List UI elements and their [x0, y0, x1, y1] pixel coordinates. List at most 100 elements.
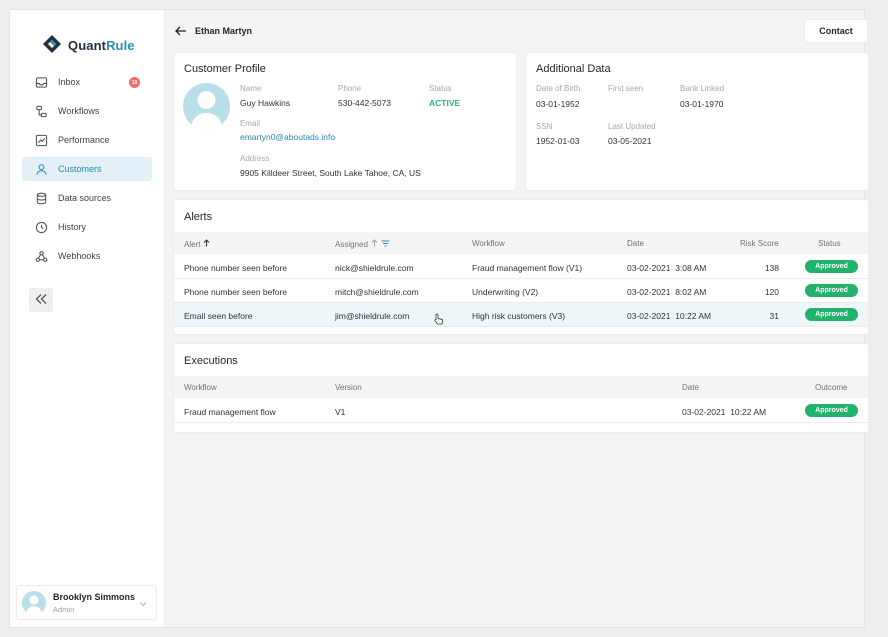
risk-score-cell: 120 — [764, 287, 779, 297]
status-badge: Approved — [805, 308, 858, 321]
double-chevron-left-icon — [34, 293, 48, 307]
user-name: Brooklyn Simmons — [53, 591, 136, 602]
date-cell: 03-02-2021 3:08 AM — [627, 263, 707, 273]
card-title: Customer Profile — [184, 63, 266, 75]
inbox-count-badge: 18 — [129, 77, 140, 88]
column-workflow[interactable]: Workflow — [184, 383, 217, 392]
ssn-label: SSN — [536, 122, 553, 131]
logo-icon — [42, 34, 62, 56]
sidebar-item-inbox[interactable]: Inbox 18 — [22, 70, 152, 94]
name-label: Name — [240, 84, 262, 93]
status-label: Status — [429, 84, 452, 93]
sidebar-item-workflows[interactable]: Workflows — [22, 99, 152, 123]
workflow-icon — [34, 104, 48, 118]
chart-icon — [34, 133, 48, 147]
status-badge: Approved — [805, 284, 858, 297]
date-cell: 03-02-2021 8:02 AM — [627, 287, 707, 297]
workflow-cell: High risk customers (V3) — [472, 311, 566, 321]
email-label: Email — [240, 119, 261, 128]
ssn-value: 1952-01-03 — [536, 136, 580, 146]
pointer-cursor-icon — [434, 313, 444, 327]
date-cell: 03-02-2021 10:22 AM — [627, 311, 712, 321]
assigned-cell: mitch@shieldrule.com — [335, 287, 419, 297]
last-updated-value: 03-05-2021 — [608, 136, 652, 146]
sidebar-item-webhooks[interactable]: Webhooks — [22, 244, 152, 268]
status-badge: Approved — [805, 260, 858, 273]
risk-score-cell: 138 — [764, 263, 779, 273]
page-header: Ethan Martyn — [175, 26, 252, 36]
customer-profile-card: Customer Profile Name Guy Hawkins Phone … — [174, 53, 516, 190]
dob-label: Date of Birth — [536, 84, 581, 93]
customer-avatar — [183, 83, 230, 130]
column-version[interactable]: Version — [335, 383, 362, 392]
date-cell: 03-02-2021 10:22 AM — [682, 407, 767, 417]
column-date[interactable]: Date — [682, 383, 699, 392]
workflow-cell: Underwriting (V2) — [472, 287, 539, 297]
column-status[interactable]: Status — [818, 239, 841, 248]
version-cell: V1 — [335, 407, 346, 417]
risk-score-cell: 31 — [769, 311, 779, 321]
workflow-cell: Fraud management flow — [184, 407, 276, 417]
status-badge: ACTIVE — [429, 98, 461, 108]
card-title: Executions — [184, 355, 238, 367]
logo[interactable]: QuantRule — [42, 34, 135, 56]
column-assigned[interactable]: Assigned — [335, 239, 390, 249]
alerts-card: Alerts Alert Assigned Workflow Date Risk… — [174, 200, 868, 334]
additional-data-card: Additional Data Date of Birth 03-01-1952… — [526, 53, 868, 190]
app-name: QuantRule — [68, 37, 135, 53]
column-date[interactable]: Date — [627, 239, 644, 248]
table-row[interactable]: Phone number seen before mitch@shieldrul… — [174, 279, 868, 303]
collapse-sidebar-button[interactable] — [29, 288, 53, 312]
executions-table-header: Workflow Version Date Outcome — [174, 376, 868, 398]
alert-cell: Phone number seen before — [184, 287, 288, 297]
sort-arrow-up-icon — [203, 239, 210, 249]
back-arrow-icon[interactable] — [175, 26, 187, 36]
column-outcome[interactable]: Outcome — [815, 383, 847, 392]
sidebar-item-label: Data sources — [58, 193, 112, 203]
table-row[interactable]: Phone number seen before nick@shieldrule… — [174, 255, 868, 279]
avatar — [22, 590, 46, 615]
user-role: Admin — [53, 604, 75, 614]
customer-address: 9905 Killdeer Street, South Lake Tahoe, … — [240, 168, 421, 178]
bank-linked-label: Bank Linked — [680, 84, 725, 93]
column-label: Alert — [184, 239, 201, 249]
user-menu[interactable]: Brooklyn Simmons Admin — [16, 585, 157, 620]
table-row[interactable]: Email seen before jim@shieldrule.com Hig… — [174, 303, 868, 327]
clock-icon — [34, 220, 48, 234]
last-updated-label: Last Updated — [608, 122, 656, 131]
dob-value: 03-01-1952 — [536, 99, 580, 109]
customer-phone: 530-442-5073 — [338, 98, 391, 108]
sidebar: QuantRule Inbox 18 Workflows Performance… — [10, 10, 165, 627]
assigned-cell: nick@shieldrule.com — [335, 263, 414, 273]
customer-name: Guy Hawkins — [240, 98, 291, 108]
column-workflow[interactable]: Workflow — [472, 239, 505, 248]
first-seen-label: First seen — [608, 84, 644, 93]
app-window: QuantRule Inbox 18 Workflows Performance… — [10, 10, 868, 627]
user-icon — [34, 162, 48, 176]
filter-icon[interactable] — [381, 239, 390, 249]
sidebar-item-label: Performance — [58, 135, 110, 145]
card-title: Alerts — [184, 211, 213, 223]
workflow-cell: Fraud management flow (V1) — [472, 263, 583, 273]
executions-card: Executions Workflow Version Date Outcome… — [174, 344, 868, 432]
sidebar-item-label: Customers — [58, 164, 102, 174]
sidebar-item-label: Workflows — [58, 106, 100, 116]
address-label: Address — [240, 154, 270, 163]
sidebar-item-label: Inbox — [58, 77, 81, 87]
inbox-icon — [34, 75, 48, 89]
sidebar-item-data-sources[interactable]: Data sources — [22, 186, 152, 210]
sidebar-item-customers[interactable]: Customers — [22, 157, 152, 181]
column-risk-score[interactable]: Risk Score — [740, 239, 779, 248]
customer-email-link[interactable]: emartyn0@aboutads.info — [240, 132, 335, 142]
sort-arrow-up-icon — [371, 239, 378, 249]
phone-label: Phone — [338, 84, 362, 93]
column-alert[interactable]: Alert — [184, 239, 210, 249]
contact-button[interactable]: Contact — [804, 19, 868, 43]
column-label: Assigned — [335, 239, 368, 249]
sidebar-item-performance[interactable]: Performance — [22, 128, 152, 152]
alerts-table-header: Alert Assigned Workflow Date Risk Score … — [174, 232, 868, 254]
sidebar-nav: Inbox 18 Workflows Performance Customers… — [22, 70, 152, 273]
sidebar-item-history[interactable]: History — [22, 215, 152, 239]
table-row[interactable]: Fraud management flow V1 03-02-2021 10:2… — [174, 399, 868, 423]
sidebar-item-label: History — [58, 222, 87, 232]
